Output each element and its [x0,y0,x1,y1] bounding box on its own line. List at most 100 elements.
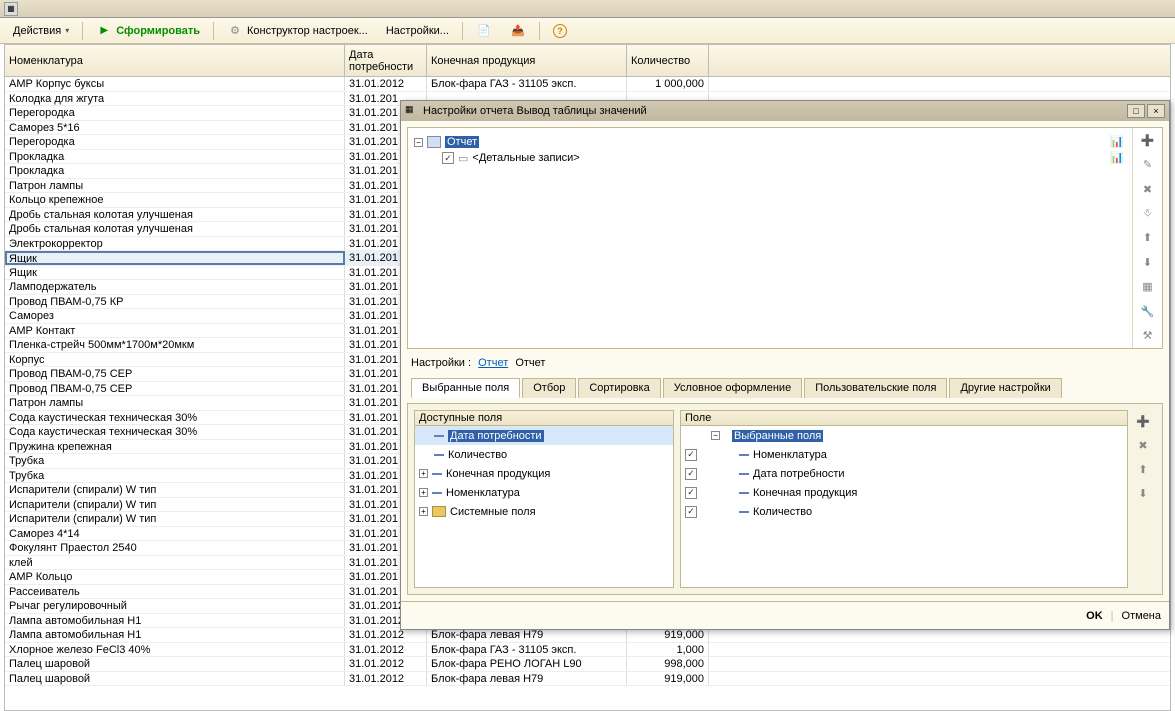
settings-path: Настройки : Отчет Отчет [407,355,1163,371]
cell-c1: Лампа автомобильная Н1 [5,614,345,628]
th-product[interactable]: Конечная продукция [427,45,627,76]
selected-fields-box: Поле −Выбранные поляНоменклатураДата пот… [680,410,1128,588]
cell-c2: 31.01.2012 [345,672,427,686]
help-icon: ? [553,24,567,38]
usage-icon[interactable]: 🔧 [1139,303,1157,319]
grid-icon[interactable]: ▦ [1139,279,1157,295]
tool-btn-1[interactable]: 📄 [469,20,499,42]
collapse-icon[interactable]: − [414,138,423,147]
cell-c1: Рассеиватель [5,585,345,599]
detail-label[interactable]: <Детальные записи> [472,152,579,164]
tab-conditional[interactable]: Условное оформление [663,378,802,398]
cell-c1: Провод ПВАМ-0,75 СЕР [5,382,345,396]
position-icon[interactable]: ⎀ [1139,205,1157,221]
detail-check[interactable] [442,152,454,164]
edit-icon[interactable]: ✎ [1139,156,1157,172]
cell-c1: Трубка [5,454,345,468]
available-fields-list[interactable]: Дата потребности Количество + Конечная прод… [414,425,674,588]
report-settings-dialog: ▦ Настройки отчета Вывод таблицы значени… [400,100,1170,630]
table-row[interactable]: Хлорное железо FeCl3 40%31.01.2012Блок-ф… [5,643,1170,658]
table-row[interactable]: Лампа автомобильная Н131.01.2012Блок-фар… [5,628,1170,643]
selected-field[interactable]: Количество [681,502,1127,521]
th-qty[interactable]: Количество [627,45,709,76]
available-field[interactable]: +Системные поля [415,502,673,521]
up-icon[interactable]: ⬆ [1139,230,1157,246]
field-check[interactable] [685,449,697,461]
field-label: Количество [448,449,507,461]
help-button[interactable]: ? [546,21,574,41]
structure-tree[interactable]: − Отчет 📊 ▭ <Детальные записи> 📊 [408,128,1132,348]
path-link-report[interactable]: Отчет [478,357,508,369]
settings-constructor-button[interactable]: ⚙ Конструктор настроек... [220,20,375,42]
selected-field[interactable]: Номенклатура [681,445,1127,464]
field-label: Конечная продукция [446,468,550,480]
cell-c1: Прокладка [5,150,345,164]
available-fields-box: Доступные поля Дата потребности Количеств… [414,410,674,588]
table-row[interactable]: Палец шаровой31.01.2012Блок-фара РЕНО ЛО… [5,657,1170,672]
table-row[interactable]: AMP Корпус буксы31.01.2012Блок-фара ГАЗ … [5,77,1170,92]
field-check[interactable] [685,487,697,499]
th-date[interactable]: Дата потребности [345,45,427,76]
table-row[interactable]: Палец шаровой31.01.2012Блок-фара левая Н… [5,672,1170,687]
add-field-icon[interactable]: ➕ [1134,412,1152,430]
down-field-icon[interactable]: ⬇ [1134,484,1152,502]
dialog-footer: OK | Отмена [401,601,1169,629]
cell-c1: Ламподержатель [5,280,345,294]
tab-selected-fields[interactable]: Выбранные поля [411,378,520,398]
expand-icon[interactable]: + [419,469,428,478]
play-icon: ▶ [96,23,112,39]
available-label: Доступные поля [414,410,674,425]
field-label: Номенклатура [753,449,827,461]
down-icon[interactable]: ⬇ [1139,254,1157,270]
maximize-button[interactable]: □ [1127,104,1145,118]
expand-icon[interactable]: + [419,488,428,497]
add-icon[interactable]: ➕ [1139,132,1157,148]
available-field[interactable]: + Конечная продукция [415,464,673,483]
cell-c4: 1 000,000 [627,77,709,91]
field-check[interactable] [685,506,697,518]
cell-c1: Рычаг регулировочный [5,599,345,613]
dialog-titlebar[interactable]: ▦ Настройки отчета Вывод таблицы значени… [401,101,1169,121]
actions-menu[interactable]: Действия ▾ [6,22,76,40]
available-field[interactable]: Дата потребности [415,426,673,445]
selected-field[interactable]: Дата потребности [681,464,1127,483]
selected-field[interactable]: Конечная продукция [681,483,1127,502]
up-field-icon[interactable]: ⬆ [1134,460,1152,478]
tool-btn-2[interactable]: 📤 [503,20,533,42]
cell-c1: Испарители (спирали) W тип [5,483,345,497]
form-button[interactable]: ▶ Сформировать [89,20,207,42]
settings-button[interactable]: Настройки... [379,22,456,40]
tab-sort[interactable]: Сортировка [578,378,660,398]
close-button[interactable]: × [1147,104,1165,118]
delete-icon[interactable]: ✖ [1139,181,1157,197]
th-nomenclature[interactable]: Номенклатура [5,45,345,76]
field-check[interactable] [685,468,697,480]
tab-other[interactable]: Другие настройки [949,378,1061,398]
selected-root[interactable]: −Выбранные поля [681,426,1127,445]
expand-icon[interactable]: + [419,507,428,516]
tab-user-fields[interactable]: Пользовательские поля [804,378,947,398]
separator [82,22,83,40]
field-label: Дата потребности [448,430,544,442]
available-field[interactable]: Количество [415,445,673,464]
columns-icon[interactable]: 📊 [1110,151,1126,165]
collapse-icon[interactable]: − [711,431,720,440]
cell-c3: Блок-фара РЕНО ЛОГАН L90 [427,657,627,671]
selected-fields-list[interactable]: −Выбранные поля Номенклатура Дата потребно… [680,425,1128,588]
path-current: Отчет [515,357,545,369]
cell-c1: Перегородка [5,135,345,149]
field-icon [434,435,444,437]
cell-c1: AMP Контакт [5,324,345,338]
ok-button[interactable]: OK [1086,610,1103,622]
field-icon [432,492,442,494]
cell-c1: Палец шаровой [5,657,345,671]
cancel-button[interactable]: Отмена [1122,610,1161,622]
tab-filter[interactable]: Отбор [522,378,576,398]
available-field[interactable]: +Номенклатура [415,483,673,502]
export-icon: 📤 [510,23,526,39]
remove-field-icon[interactable]: ✖ [1134,436,1152,454]
columns-icon[interactable]: 📊 [1110,135,1126,149]
props-icon[interactable]: ⚒ [1139,328,1157,344]
separator [213,22,214,40]
tree-root[interactable]: Отчет [445,136,479,148]
